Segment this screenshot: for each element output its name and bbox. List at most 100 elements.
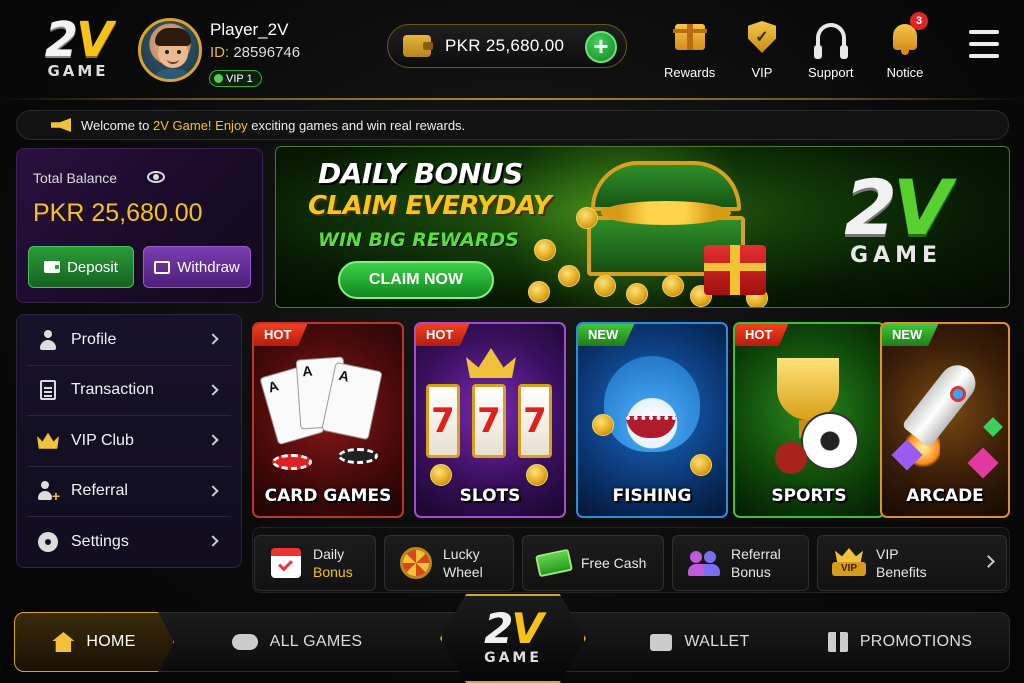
crown-icon: [37, 432, 59, 449]
total-balance-amount: PKR 25,680.00: [33, 199, 203, 227]
daily-bonus-banner[interactable]: DAILY BONUS CLAIM EVERYDAY WIN BIG REWAR…: [275, 146, 1010, 308]
logo-two: 2: [44, 12, 78, 68]
headset-icon: [813, 23, 848, 59]
player-id: ID: 28596746: [210, 44, 301, 61]
gift-box-icon: [704, 245, 766, 295]
nav-rewards[interactable]: Rewards: [664, 18, 715, 80]
game-card-sports[interactable]: HOT SPORTS: [733, 322, 885, 518]
logo-v: V: [76, 12, 113, 68]
menu-item-profile[interactable]: Profile: [27, 315, 231, 366]
total-balance-label: Total Balance: [33, 170, 118, 186]
poker-chip-icon: [272, 454, 312, 470]
slot-reel: 7: [426, 384, 460, 458]
chevron-right-icon: [207, 484, 219, 497]
quick-vip-benefits[interactable]: VIP VIP Benefits: [817, 535, 1007, 591]
nav-home[interactable]: HOME: [14, 612, 174, 672]
wallet-icon: [403, 35, 433, 57]
nav-wallet[interactable]: WALLET: [610, 612, 790, 672]
vip-badge-icon: [214, 74, 223, 83]
eye-icon[interactable]: [147, 171, 165, 183]
nav-vip[interactable]: ✓ VIP: [743, 18, 781, 80]
vip-level-badge: VIP 1: [209, 70, 262, 87]
hot-tag: HOT: [416, 324, 470, 346]
menu-item-settings[interactable]: Settings: [27, 517, 231, 568]
side-menu: Profile Transaction VIP Club Referral Se…: [16, 314, 242, 568]
soccer-ball-icon: [801, 412, 859, 470]
game-card-fishing[interactable]: NEW FISHING: [576, 322, 728, 518]
top-header: 2V GAME Player_2V ID: 28596746 VIP 1 PKR…: [0, 0, 1024, 100]
nav-center-logo[interactable]: 2V GAME: [440, 594, 586, 683]
announcement-ticker: Welcome to 2V Game! Enjoy exciting games…: [16, 110, 1009, 140]
game-card-slots[interactable]: 7 7 7 HOT SLOTS: [414, 322, 566, 518]
clipboard-icon: [40, 380, 56, 401]
banner-subtitle: CLAIM EVERYDAY: [308, 191, 552, 221]
nav-notice[interactable]: 3 Notice: [886, 12, 928, 80]
banner-title: DAILY BONUS: [318, 157, 523, 190]
chevron-right-icon: [207, 333, 219, 345]
gift-icon: [827, 632, 848, 652]
balance-card: Total Balance PKR 25,680.00 Deposit With…: [16, 148, 263, 303]
gear-icon: [38, 532, 58, 553]
game-name: FISHING: [612, 486, 692, 506]
game-name: SLOTS: [459, 486, 521, 506]
crown-icon: [466, 348, 516, 378]
wheel-icon: [400, 547, 432, 579]
chevron-right-icon: [207, 383, 219, 396]
deposit-button[interactable]: Deposit: [28, 246, 134, 288]
withdraw-button[interactable]: Withdraw: [143, 246, 251, 288]
rocket-icon: [901, 358, 983, 448]
people-icon: [688, 549, 720, 577]
poker-chip-icon: [338, 448, 378, 464]
gamepad-icon: [231, 634, 258, 650]
vip-shield-icon: ✓: [748, 21, 776, 53]
chevron-right-icon: [207, 535, 219, 547]
menu-item-referral[interactable]: Referral: [27, 467, 231, 517]
game-name: CARD GAMES: [264, 486, 392, 506]
hot-tag: HOT: [254, 324, 308, 346]
notice-count-badge: 3: [910, 12, 928, 30]
withdraw-icon: [154, 260, 171, 274]
add-funds-button[interactable]: +: [585, 31, 617, 63]
banner-logo: 2V GAME: [844, 163, 952, 269]
game-card-arcade[interactable]: NEW ARCADE: [880, 322, 1010, 518]
header-balance-amount: PKR 25,680.00: [445, 36, 565, 55]
menu-item-transaction[interactable]: Transaction: [27, 366, 231, 416]
logo-word: GAME: [47, 62, 109, 80]
new-tag: NEW: [578, 324, 635, 346]
header-divider: [0, 98, 1024, 100]
bottom-navigation: HOME ALL GAMES 2V GAME WALLET PROMOTIONS: [0, 594, 1024, 683]
gift-icon: [672, 24, 707, 50]
add-user-icon: [38, 481, 60, 503]
avatar[interactable]: [138, 18, 202, 82]
cash-icon: [535, 548, 573, 578]
quick-referral-bonus[interactable]: Referral Bonus: [672, 535, 809, 591]
quick-free-cash[interactable]: Free Cash: [522, 535, 664, 591]
chevron-right-icon: [207, 434, 219, 446]
slot-reel: 7: [472, 384, 506, 458]
header-balance: PKR 25,680.00 +: [387, 24, 627, 68]
menu-item-vip-club[interactable]: VIP Club: [27, 416, 231, 467]
game-name: SPORTS: [771, 486, 847, 506]
user-icon: [39, 329, 57, 350]
brand-logo[interactable]: 2V GAME: [26, 14, 130, 90]
cricket-ball-icon: [775, 442, 807, 474]
menu-icon[interactable]: [969, 30, 999, 58]
game-name: ARCADE: [906, 486, 984, 506]
quick-daily-bonus[interactable]: Daily Bonus: [254, 535, 376, 591]
vip-crown-icon: VIP: [832, 548, 866, 578]
slot-reel: 7: [518, 384, 552, 458]
nav-all-games[interactable]: ALL GAMES: [182, 612, 412, 672]
quick-lucky-wheel[interactable]: Lucky Wheel: [384, 535, 514, 591]
trophy-icon: [777, 358, 839, 420]
nav-promotions[interactable]: PROMOTIONS: [795, 612, 1005, 672]
claim-now-button[interactable]: CLAIM NOW: [338, 261, 494, 299]
player-name: Player_2V: [210, 20, 289, 39]
megaphone-icon: [51, 118, 71, 132]
wallet-icon: [44, 261, 61, 273]
nav-support[interactable]: Support: [808, 18, 854, 80]
calendar-icon: [271, 548, 301, 578]
announcement-text: Welcome to 2V Game! Enjoy exciting games…: [81, 117, 466, 133]
hot-tag: HOT: [735, 324, 789, 346]
wallet-icon: [650, 633, 673, 651]
game-card-card-games[interactable]: A A A HOT CARD GAMES: [252, 322, 404, 518]
